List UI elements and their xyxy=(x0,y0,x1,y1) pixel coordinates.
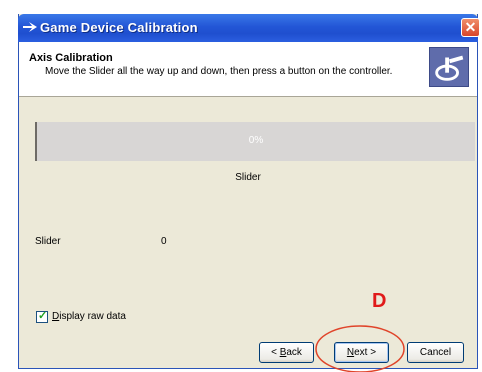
display-raw-data-label[interactable]: Display raw data xyxy=(52,311,126,322)
back-rest: ack xyxy=(286,347,302,358)
joystick-icon xyxy=(429,47,469,87)
close-button[interactable]: ✕ xyxy=(461,18,480,37)
annotation-letter: D xyxy=(372,290,387,312)
close-icon: ✕ xyxy=(464,19,477,35)
raw-data-value: 0 xyxy=(161,236,167,247)
back-prefix: < xyxy=(271,347,280,358)
cancel-button[interactable]: Cancel xyxy=(407,342,464,363)
page-title: Axis Calibration xyxy=(29,52,113,64)
next-suffix: > xyxy=(367,347,377,358)
display-raw-data-text: isplay raw data xyxy=(59,311,126,322)
back-button[interactable]: < Back xyxy=(259,342,314,363)
window-title: Game Device Calibration xyxy=(40,20,198,35)
page-instructions: Move the Slider all the way up and down,… xyxy=(45,66,393,77)
title-bar[interactable]: Game Device Calibration ✕ xyxy=(18,14,480,42)
axis-label: Slider xyxy=(235,172,261,183)
display-raw-data-checkbox[interactable]: ✓ xyxy=(36,310,48,323)
next-button[interactable]: Next > xyxy=(334,342,389,363)
progress-percent: 0% xyxy=(248,135,264,146)
raw-data-label: Slider xyxy=(35,236,61,247)
next-rest: ext xyxy=(354,347,368,358)
arrow-icon xyxy=(23,22,37,32)
calibration-dialog: Game Device Calibration ✕ Axis Calibrati… xyxy=(18,14,480,369)
wizard-header: Axis Calibration Move the Slider all the… xyxy=(19,42,477,97)
slider-progress-bar: 0% xyxy=(35,122,475,161)
checkmark-icon: ✓ xyxy=(38,310,48,322)
